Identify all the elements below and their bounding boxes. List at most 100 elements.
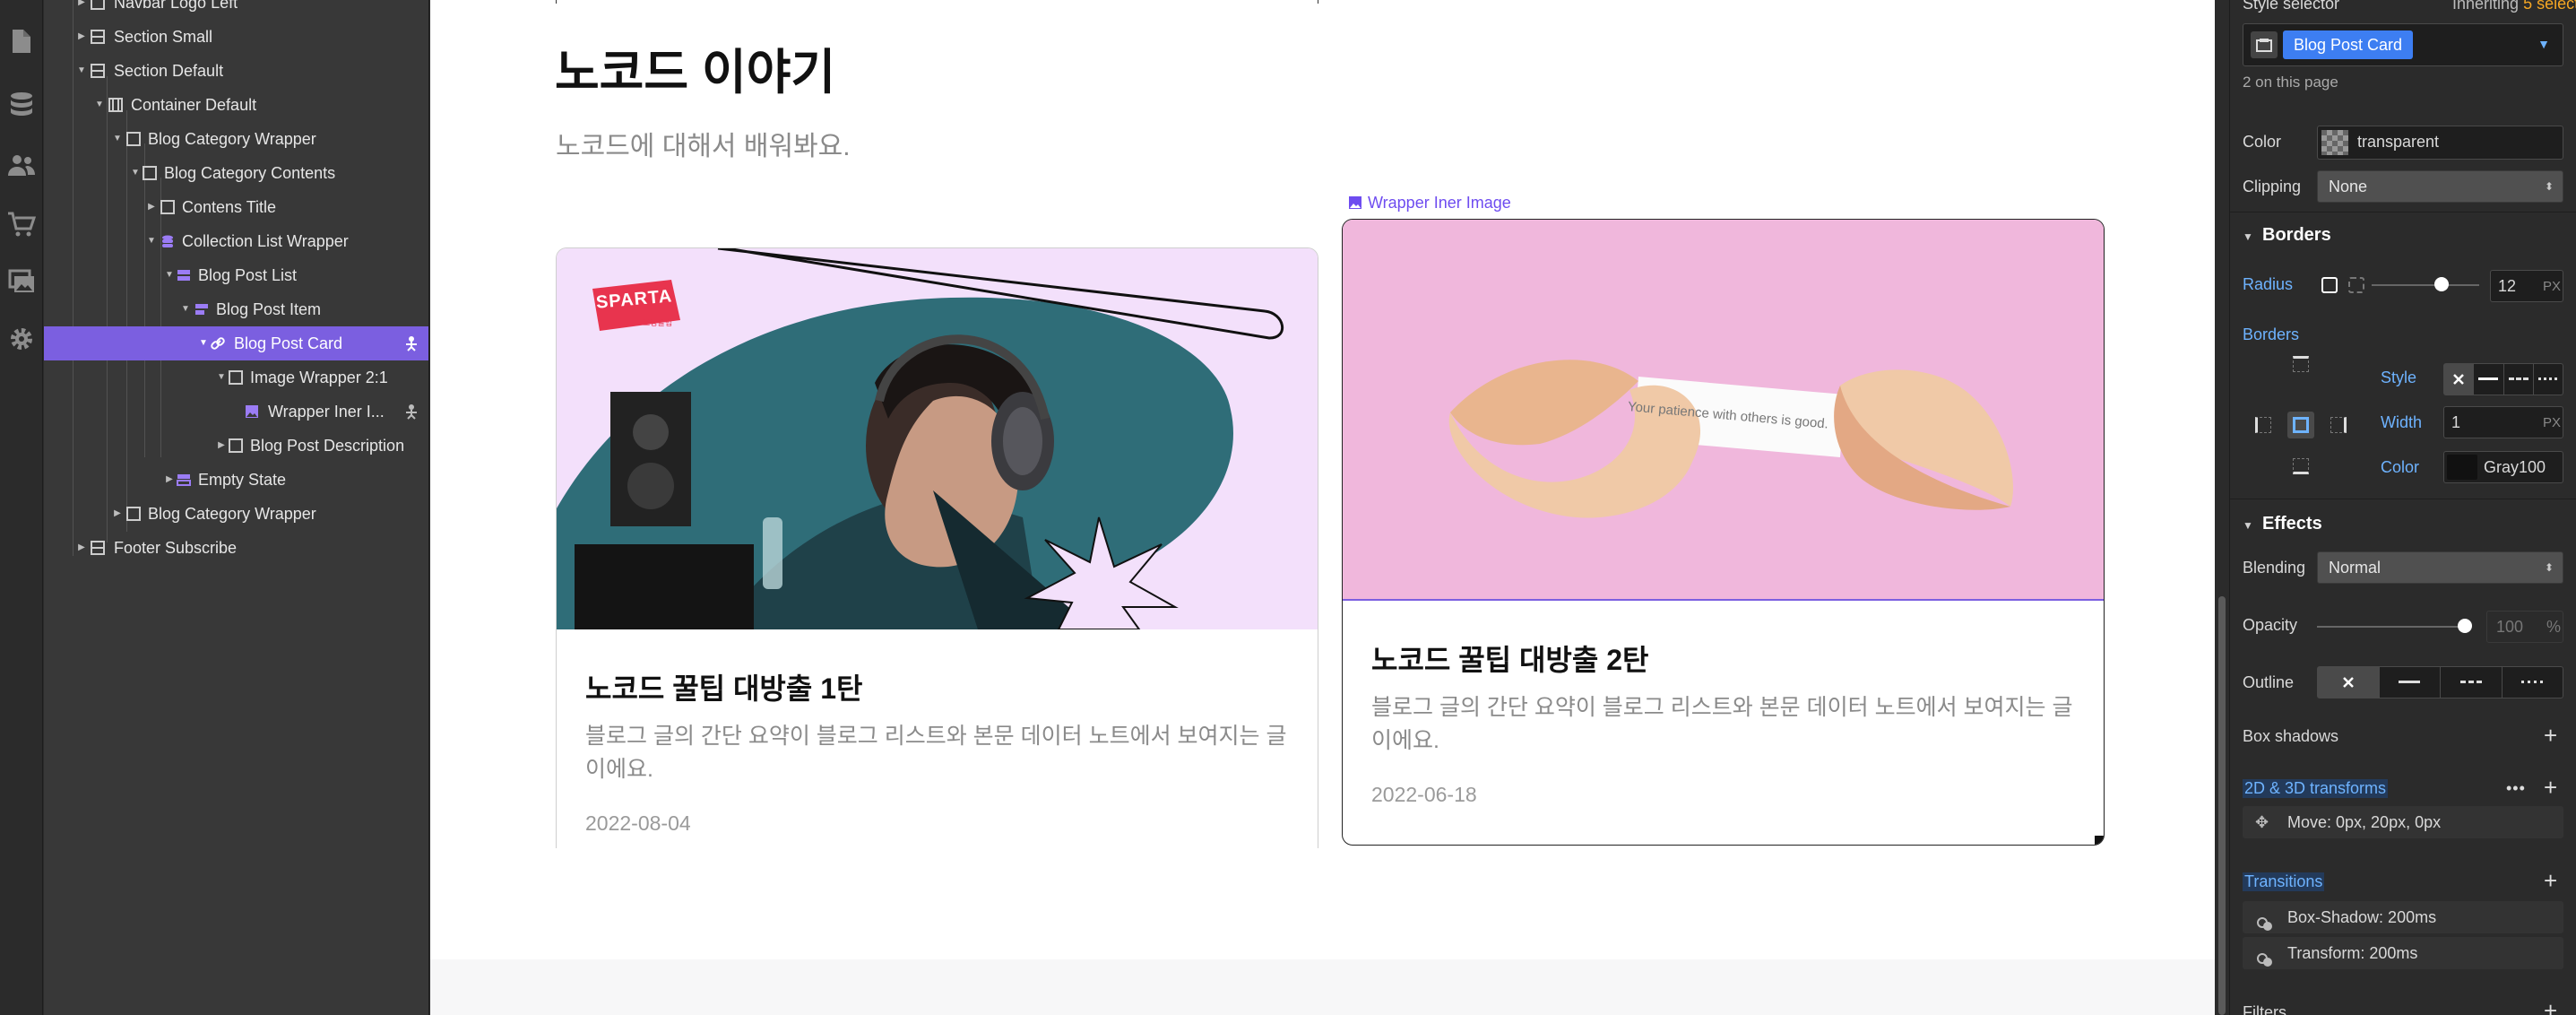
transition-item[interactable]: Box-Shadow: 200ms — [2243, 901, 2563, 933]
card-2-date: 2022-06-18 — [1371, 783, 1477, 806]
cms-icon[interactable] — [0, 82, 43, 126]
move-icon: ✥ — [2255, 813, 2269, 831]
card-1-description: 블로그 글의 간단 요약이 블로그 리스트와 본문 데이터 노트에서 보여지는 … — [585, 724, 1287, 782]
canvas-scrollbar[interactable] — [2216, 0, 2228, 1015]
card-2-title: 노코드 꿀팁 대방출 2탄 — [1371, 644, 1649, 676]
blog-post-card-2[interactable]: Your patience with others is good. 노코드 꿀… — [1342, 219, 2105, 846]
clipping-label: Clipping — [2243, 178, 2302, 195]
nav-row-blog-category-wrapper[interactable]: ▼ Blog Category Wrapper — [44, 122, 428, 156]
blog-post-card-1[interactable]: SPARTA 코딩클럽 노코드 꿀팁 대방출 1탄 블로그 글의 간단 요약이 … — [556, 247, 1318, 848]
outline-segmented[interactable] — [2317, 666, 2563, 698]
blending-label: Blending — [2243, 559, 2306, 577]
border-left-icon[interactable] — [2255, 417, 2271, 433]
nav-row-image-wrapper[interactable]: ▼ Image Wrapper 2:1 — [44, 360, 428, 395]
empty-state-icon — [177, 473, 191, 487]
nav-row-blog-category-contents[interactable]: ▼ Blog Category Contents — [44, 156, 428, 190]
resize-handle[interactable] — [2095, 836, 2104, 845]
radius-input[interactable]: 12 PX — [2490, 270, 2563, 302]
selector-icon-button[interactable] — [2251, 31, 2278, 58]
border-width-input[interactable]: 1 PX — [2443, 406, 2563, 438]
design-canvas[interactable]: 노코드 이야기 노코드에 대해서 배워봐요. SPARTA 코딩클럽 노코드 꿀… — [430, 0, 2215, 1015]
div-block-icon — [143, 166, 157, 180]
filters-label: Filters — [2243, 1003, 2286, 1015]
transforms-more-icon[interactable]: ••• — [2506, 779, 2526, 798]
radius-all-corners-icon[interactable] — [2321, 277, 2338, 293]
transition-item[interactable]: Transform: 200ms — [2243, 937, 2563, 969]
radius-individual-corners-icon[interactable] — [2348, 277, 2364, 293]
add-transition-icon[interactable]: + — [2544, 869, 2557, 892]
assets-icon[interactable] — [0, 260, 43, 303]
ecommerce-cart-icon[interactable] — [0, 203, 43, 246]
opacity-input[interactable]: 100% — [2486, 611, 2563, 643]
border-color-field[interactable]: Gray100 — [2443, 451, 2563, 483]
nav-row-wrapper-iner-image[interactable]: Wrapper Iner I... — [44, 395, 428, 429]
opacity-slider-track[interactable] — [2317, 626, 2468, 628]
border-style-dotted-icon[interactable] — [2534, 364, 2563, 395]
footer-band — [430, 959, 2215, 1015]
nav-row-contens-title[interactable]: ▶ Contens Title — [44, 190, 428, 224]
border-right-icon[interactable] — [2330, 417, 2347, 433]
div-block-icon — [229, 438, 243, 453]
add-box-shadow-icon[interactable]: + — [2544, 724, 2557, 747]
section-icon — [91, 30, 105, 44]
transform-item[interactable]: ✥ Move: 0px, 20px, 0px — [2243, 806, 2563, 838]
navigator-panel: ▶ Navbar Logo Left ▶ Section Small ▼ Sectio… — [44, 0, 429, 1015]
outline-dotted-icon[interactable] — [2503, 667, 2563, 698]
border-style-none-icon[interactable] — [2444, 364, 2475, 395]
color-field[interactable]: transparent — [2317, 126, 2563, 160]
nav-row-blog-post-card[interactable]: ▼ Blog Post Card — [44, 326, 428, 360]
outline-none-icon[interactable] — [2318, 667, 2380, 698]
add-filter-icon[interactable]: + — [2544, 999, 2557, 1015]
nav-row-navbar-logo-left[interactable]: ▶ Navbar Logo Left — [44, 0, 428, 20]
nav-row-empty-state[interactable]: ▶ Empty State — [44, 463, 428, 497]
sparta-logo-sub: 코딩클럽 — [643, 318, 673, 327]
borders-label: Borders — [2243, 325, 2300, 343]
outline-solid-icon[interactable] — [2380, 667, 2441, 698]
pages-icon[interactable] — [0, 20, 43, 63]
symbol-person-icon[interactable] — [404, 335, 419, 351]
radius-slider-handle[interactable] — [2434, 277, 2449, 291]
border-all-icon[interactable] — [2287, 412, 2314, 438]
outline-dashed-icon[interactable] — [2441, 667, 2503, 698]
nav-row-footer-subscribe[interactable]: ▶ Footer Subscribe — [44, 531, 428, 565]
blending-select[interactable]: Normal ⬍ — [2317, 551, 2563, 584]
card-2-description: 블로그 글의 간단 요약이 블로그 리스트와 본문 데이터 노트에서 보여지는 … — [1371, 695, 2073, 753]
users-icon[interactable] — [0, 143, 43, 187]
radius-slider-track[interactable] — [2372, 284, 2479, 286]
border-style-label: Style — [2381, 369, 2417, 386]
transitions-label: Transitions — [2243, 872, 2325, 891]
nav-row-blog-post-description[interactable]: ▶ Blog Post Description — [44, 429, 428, 463]
nav-row-section-default[interactable]: ▼ Section Default — [44, 54, 428, 88]
settings-gear-icon[interactable] — [0, 317, 43, 360]
symbol-person-icon[interactable] — [404, 403, 419, 420]
nav-row-section-small[interactable]: ▶ Section Small — [44, 20, 428, 54]
page-title: 노코드 이야기 — [555, 46, 836, 100]
selector-field[interactable]: Blog Post Card ▼ — [2243, 23, 2563, 66]
nav-row-blog-post-item[interactable]: ▼ Blog Post Item — [44, 292, 428, 326]
opacity-slider-handle[interactable] — [2458, 619, 2472, 633]
on-page-count: 2 on this page — [2243, 74, 2338, 91]
color-label: Color — [2243, 133, 2282, 151]
card-1-title: 노코드 꿀팁 대방출 1탄 — [585, 672, 863, 705]
gray100-swatch — [2447, 455, 2477, 480]
border-bottom-icon[interactable] — [2293, 458, 2309, 474]
border-style-segmented[interactable] — [2443, 363, 2563, 395]
border-style-dashed-icon[interactable] — [2504, 364, 2534, 395]
nav-row-blog-post-list[interactable]: ▼ Blog Post List — [44, 258, 428, 292]
div-block-icon — [126, 507, 141, 521]
border-top-icon[interactable] — [2293, 356, 2309, 372]
borders-section: ▼ Borders Radius 12 PX Borders Style Width… — [2230, 212, 2576, 499]
nav-row-collection-list-wrapper[interactable]: ▼ Collection List Wrapper — [44, 224, 428, 258]
border-style-solid-icon[interactable] — [2474, 364, 2504, 395]
selector-tag[interactable]: Blog Post Card — [2283, 30, 2414, 59]
collection-list-icon — [177, 268, 191, 282]
section-icon — [91, 64, 105, 78]
add-transform-icon[interactable]: + — [2544, 776, 2557, 799]
div-block-icon — [126, 132, 141, 146]
nav-row-blog-category-wrapper-2[interactable]: ▶ Blog Category Wrapper — [44, 497, 428, 531]
border-color-label: Color — [2381, 458, 2420, 476]
nav-row-container-default[interactable]: ▼ Container Default — [44, 88, 428, 122]
clipping-select[interactable]: None ⬍ — [2317, 170, 2563, 203]
selector-dropdown-arrow[interactable]: ▼ — [2537, 37, 2550, 51]
collection-item-icon — [194, 302, 209, 317]
